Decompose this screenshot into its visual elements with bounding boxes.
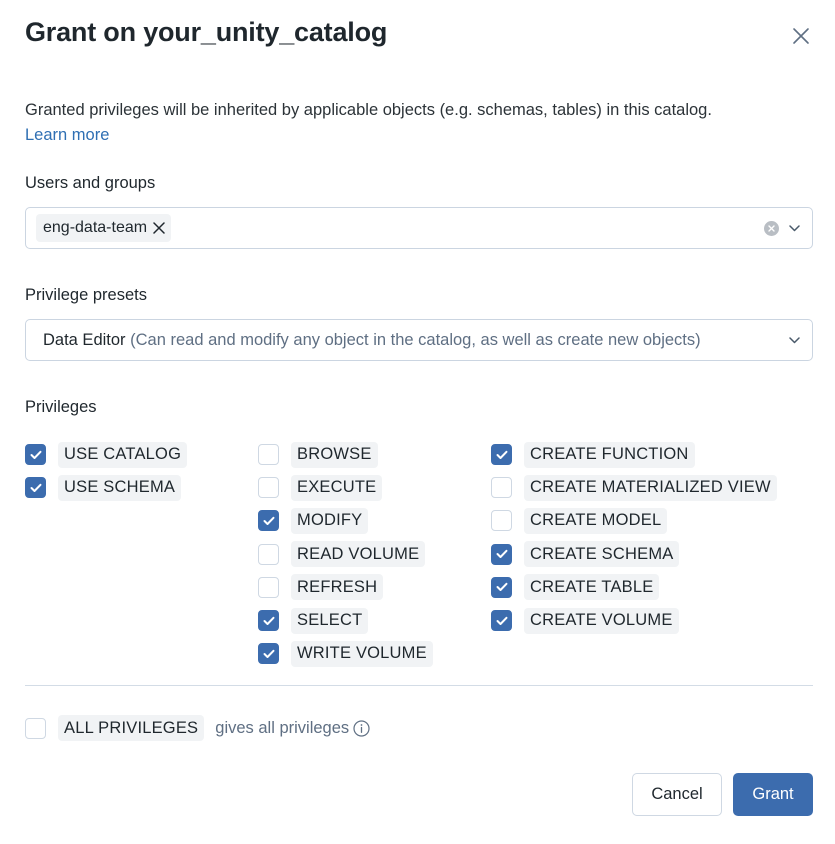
cancel-button[interactable]: Cancel bbox=[632, 773, 722, 816]
check-icon bbox=[496, 583, 507, 592]
preset-description: (Can read and modify any object in the c… bbox=[130, 330, 701, 349]
dialog-description: Granted privileges will be inherited by … bbox=[25, 101, 712, 119]
all-privileges-hint: gives all privileges bbox=[215, 719, 370, 738]
privilege-label[interactable]: CREATE TABLE bbox=[524, 574, 660, 601]
privilege-option: CREATE TABLE bbox=[491, 571, 777, 604]
selected-principal-tag: eng-data-team bbox=[36, 214, 172, 242]
privileges-column-3: CREATE FUNCTION CREATE MATERIALIZED VIEW… bbox=[491, 438, 777, 637]
check-icon bbox=[263, 516, 274, 525]
privilege-checkbox[interactable] bbox=[258, 543, 279, 565]
privilege-checkbox[interactable] bbox=[258, 576, 279, 598]
privilege-checkbox[interactable] bbox=[491, 610, 512, 632]
privilege-label[interactable]: CREATE VOLUME bbox=[524, 607, 679, 634]
privilege-presets-label: Privilege presets bbox=[25, 286, 147, 304]
grant-button[interactable]: Grant bbox=[733, 773, 813, 816]
principal-name: eng-data-team bbox=[43, 219, 148, 236]
privilege-label[interactable]: REFRESH bbox=[291, 574, 384, 601]
privilege-label[interactable]: USE CATALOG bbox=[58, 441, 188, 468]
check-icon bbox=[30, 483, 41, 492]
chevron-down-icon[interactable] bbox=[789, 336, 800, 344]
privilege-checkbox[interactable] bbox=[258, 477, 279, 499]
privilege-checkbox[interactable] bbox=[258, 510, 279, 532]
dialog-title: Grant on your_unity_catalog bbox=[25, 17, 388, 47]
privileges-column-2: BROWSE EXECUTE MODIFY READ VOLUME REFRES… bbox=[258, 438, 433, 670]
privilege-option: USE CATALOG bbox=[25, 438, 188, 471]
all-privileges-hint-text: gives all privileges bbox=[215, 718, 350, 737]
privilege-option: CREATE MODEL bbox=[491, 504, 777, 537]
preset-selected-value: Data Editor (Can read and modify any obj… bbox=[36, 331, 701, 350]
check-icon bbox=[263, 616, 274, 625]
privilege-label[interactable]: CREATE MATERIALIZED VIEW bbox=[524, 474, 777, 501]
close-button[interactable] bbox=[789, 24, 813, 48]
check-icon bbox=[263, 649, 274, 658]
privilege-checkbox[interactable] bbox=[491, 543, 512, 565]
privilege-option: BROWSE bbox=[258, 438, 433, 471]
privilege-checkbox[interactable] bbox=[258, 643, 279, 665]
privileges-column-1: USE CATALOG USE SCHEMA bbox=[25, 438, 188, 504]
remove-tag-button[interactable] bbox=[153, 222, 165, 234]
learn-more-link[interactable]: Learn more bbox=[25, 126, 109, 145]
check-icon bbox=[496, 616, 507, 625]
privilege-label[interactable]: BROWSE bbox=[291, 441, 378, 468]
close-icon bbox=[793, 28, 809, 44]
privilege-checkbox[interactable] bbox=[258, 444, 279, 466]
privilege-option: CREATE MATERIALIZED VIEW bbox=[491, 471, 777, 504]
check-icon bbox=[496, 450, 507, 459]
users-groups-select[interactable]: eng-data-team bbox=[25, 207, 813, 249]
privilege-label[interactable]: READ VOLUME bbox=[291, 541, 426, 568]
privilege-option: CREATE VOLUME bbox=[491, 604, 777, 637]
clear-circle-icon[interactable] bbox=[764, 220, 779, 236]
privilege-option: SELECT bbox=[258, 604, 433, 637]
privilege-checkbox[interactable] bbox=[491, 510, 512, 532]
privilege-label[interactable]: SELECT bbox=[291, 607, 369, 634]
privilege-label[interactable]: EXECUTE bbox=[291, 474, 383, 501]
privilege-label[interactable]: CREATE SCHEMA bbox=[524, 541, 680, 568]
privilege-label[interactable]: USE SCHEMA bbox=[58, 474, 182, 501]
privilege-checkbox[interactable] bbox=[258, 610, 279, 632]
privilege-option: WRITE VOLUME bbox=[258, 637, 433, 670]
all-privileges-label[interactable]: ALL PRIVILEGES bbox=[58, 715, 205, 741]
info-icon[interactable] bbox=[353, 719, 370, 737]
users-groups-label: Users and groups bbox=[25, 174, 156, 192]
preset-name: Data Editor bbox=[43, 330, 126, 349]
privilege-option: REFRESH bbox=[258, 571, 433, 604]
chevron-down-icon[interactable] bbox=[789, 224, 800, 232]
privilege-checkbox[interactable] bbox=[491, 444, 512, 466]
privilege-option: CREATE SCHEMA bbox=[491, 538, 777, 571]
privilege-checkbox[interactable] bbox=[25, 477, 46, 499]
all-privileges-option: ALL PRIVILEGES gives all privileges bbox=[25, 714, 370, 742]
privilege-option: READ VOLUME bbox=[258, 538, 433, 571]
privilege-label[interactable]: MODIFY bbox=[291, 507, 369, 534]
privilege-checkbox[interactable] bbox=[491, 477, 512, 499]
privilege-checkbox[interactable] bbox=[491, 576, 512, 598]
close-icon bbox=[153, 222, 165, 234]
privilege-option: USE SCHEMA bbox=[25, 471, 187, 504]
privilege-label[interactable]: WRITE VOLUME bbox=[291, 640, 433, 667]
all-privileges-checkbox[interactable] bbox=[25, 717, 46, 739]
privilege-presets-select[interactable]: Data Editor (Can read and modify any obj… bbox=[25, 319, 813, 361]
privilege-option: CREATE FUNCTION bbox=[491, 438, 777, 471]
privilege-option: MODIFY bbox=[258, 504, 433, 537]
privilege-label[interactable]: CREATE MODEL bbox=[524, 507, 668, 534]
privilege-label[interactable]: CREATE FUNCTION bbox=[524, 441, 695, 468]
check-icon bbox=[496, 549, 507, 559]
section-divider bbox=[25, 685, 813, 686]
check-icon bbox=[30, 450, 41, 459]
privilege-option: EXECUTE bbox=[258, 471, 433, 504]
privilege-checkbox[interactable] bbox=[25, 444, 46, 466]
privileges-label: Privileges bbox=[25, 398, 97, 416]
